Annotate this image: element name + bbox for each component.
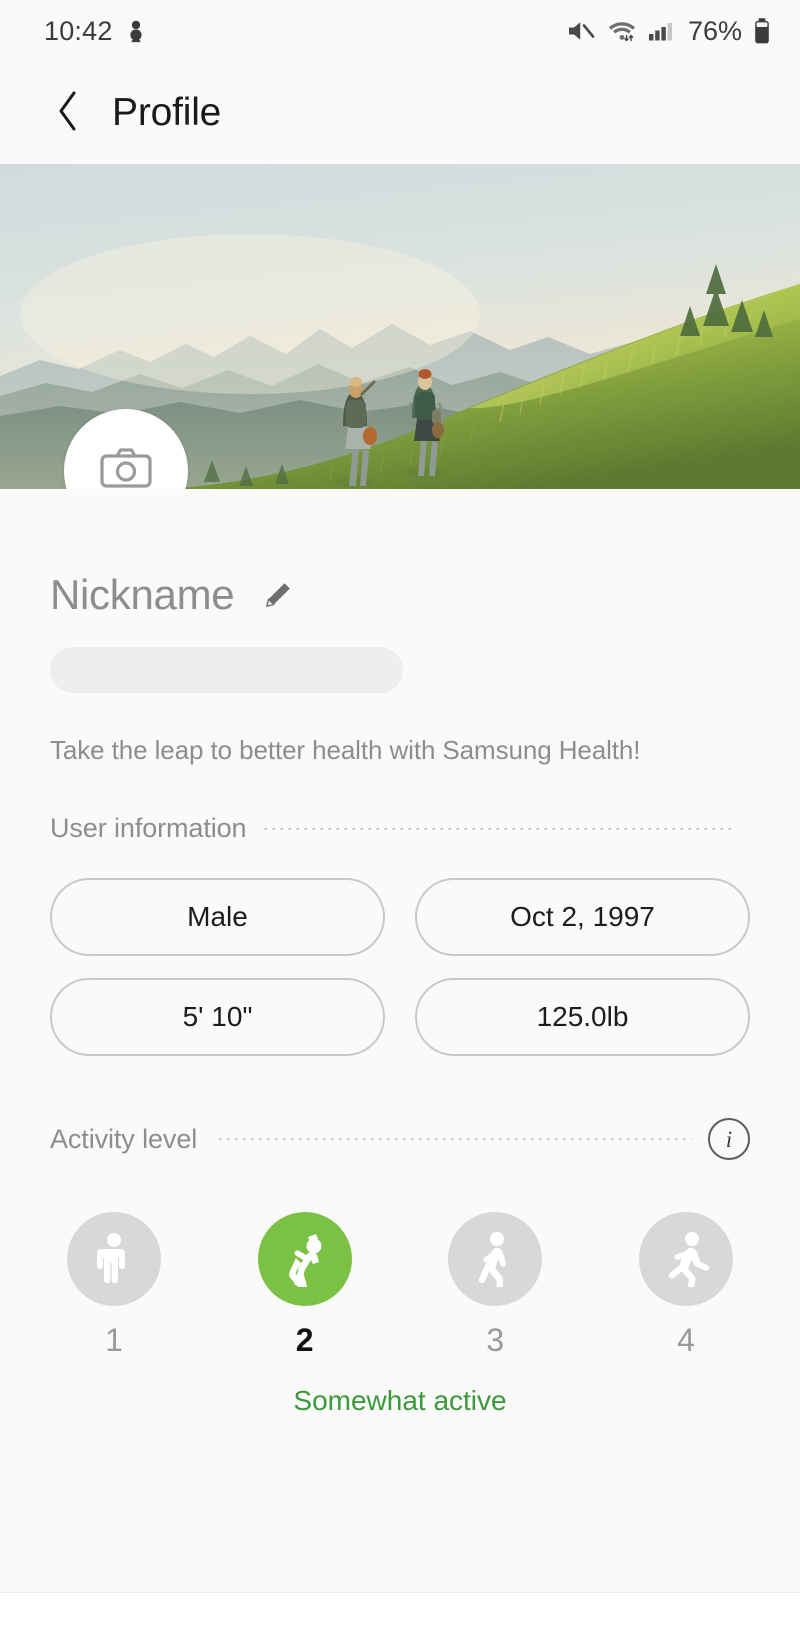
activity-level-title: Activity level — [50, 1123, 198, 1154]
camera-icon — [99, 446, 153, 490]
running-person-icon — [658, 1227, 714, 1292]
activity-level-option-4[interactable]: 4 — [636, 1212, 736, 1359]
dotted-divider — [262, 827, 734, 830]
gender-chip[interactable]: Male — [50, 878, 385, 956]
cellular-signal-icon — [648, 18, 676, 44]
walking-person-icon — [468, 1227, 522, 1292]
bottom-sheet-edge — [0, 1592, 800, 1645]
battery-percent-label: 76% — [687, 15, 742, 46]
activity-level-number-4: 4 — [677, 1322, 695, 1358]
activity-level-number-3: 3 — [486, 1322, 505, 1358]
bottom-spacer — [50, 1417, 750, 1537]
edit-nickname-button[interactable] — [260, 573, 294, 618]
avatar[interactable] — [64, 409, 188, 489]
activity-level-option-3[interactable]: 3 — [445, 1212, 545, 1359]
status-bar-right: 76% — [566, 16, 772, 47]
standing-person-icon — [87, 1227, 141, 1292]
status-time: 10:42 — [44, 15, 113, 46]
birthday-chip[interactable]: Oct 2, 1997 — [415, 878, 750, 956]
activity-level-option-2[interactable]: 2 — [255, 1212, 355, 1359]
profile-content: Nickname Take the leap to better health … — [0, 489, 800, 1537]
nickname-row[interactable]: Nickname — [50, 489, 750, 619]
mute-icon — [566, 18, 596, 44]
dotted-divider — [213, 1138, 692, 1140]
activity-level-circle-3 — [448, 1212, 543, 1306]
activity-level-section-header: Activity level i — [50, 1118, 750, 1160]
tagline: Take the leap to better health with Sams… — [50, 735, 641, 765]
activity-level-option-1[interactable]: 1 — [64, 1212, 164, 1359]
height-chip[interactable]: 5' 10" — [50, 978, 385, 1056]
status-bar: 10:42 76% — [0, 0, 800, 62]
alarm-icon — [125, 18, 147, 44]
info-icon[interactable]: i — [708, 1118, 750, 1160]
activity-level-circle-4 — [638, 1212, 733, 1306]
back-button[interactable] — [46, 91, 90, 135]
activity-level-caption: Somewhat active — [293, 1385, 507, 1416]
activity-level-number-1: 1 — [105, 1322, 123, 1358]
user-information-title: User information — [50, 813, 247, 843]
page-title: Profile — [112, 91, 222, 134]
user-information-chips: Male Oct 2, 1997 5' 10" 125.0lb — [50, 878, 750, 1056]
weight-chip[interactable]: 125.0lb — [415, 978, 750, 1056]
app-bar: Profile — [0, 62, 800, 164]
activity-level-circle-1 — [67, 1212, 161, 1306]
activity-level-number-2: 2 — [295, 1322, 314, 1358]
battery-icon — [752, 17, 772, 45]
activity-level-selector: 1 2 3 4 — [50, 1212, 750, 1359]
status-bar-left: 10:42 — [44, 16, 147, 47]
nickname-placeholder: Nickname — [50, 571, 235, 618]
pencil-icon — [260, 579, 294, 618]
user-information-section-header: User information — [50, 813, 750, 844]
cover-photo[interactable] — [0, 164, 800, 489]
nickname-input-placeholder-bar[interactable] — [50, 647, 403, 693]
avatar-button[interactable] — [64, 409, 188, 489]
stretching-person-icon — [278, 1227, 332, 1292]
back-icon — [55, 89, 81, 138]
activity-level-circle-2 — [257, 1212, 352, 1306]
wifi-icon — [606, 18, 638, 44]
